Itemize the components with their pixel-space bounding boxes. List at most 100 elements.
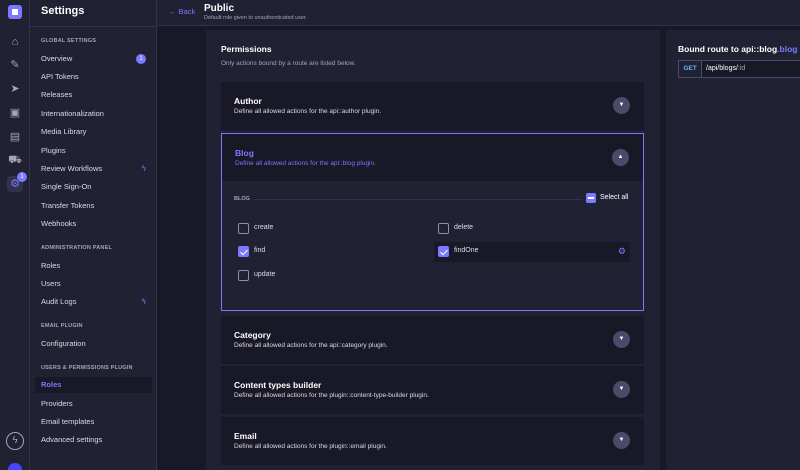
- nav-item-label: Review Workflows: [41, 164, 103, 173]
- route-path: /api/blogs/:id: [706, 65, 745, 72]
- select-all-label: Select all: [600, 194, 629, 201]
- nav-item-configuration[interactable]: Configuration: [35, 336, 152, 352]
- action-delete[interactable]: delete: [434, 219, 630, 239]
- accordion-email[interactable]: Email Define all allowed actions for the…: [221, 417, 644, 465]
- chevron-down-icon[interactable]: ▼: [613, 97, 630, 114]
- title-api: api::blog: [741, 44, 778, 54]
- action-label: delete: [454, 224, 474, 231]
- checkbox[interactable]: [438, 223, 449, 234]
- cog-icon[interactable]: ⚙: [618, 246, 626, 257]
- accordion-title: Author: [234, 96, 262, 106]
- permissions-panel: Permissions Only actions bound by a rout…: [206, 30, 660, 470]
- accordion-blog-header[interactable]: Blog Define all allowed actions for the …: [222, 134, 643, 181]
- checkbox-checked[interactable]: [238, 246, 249, 257]
- lightning-icon: ϟ: [141, 297, 146, 306]
- checkbox-checked[interactable]: [438, 246, 449, 257]
- accordion-description: Define all allowed actions for the api::…: [234, 108, 382, 115]
- page-title: Public: [204, 3, 235, 14]
- nav-item-overview[interactable]: Overview 1: [35, 51, 152, 67]
- nav-item-label: Overview: [41, 54, 73, 63]
- logo-icon[interactable]: [8, 5, 22, 19]
- section-users-permissions-plugin: USERS & PERMISSIONS PLUGIN: [41, 365, 133, 371]
- accordion-category[interactable]: Category Define all allowed actions for …: [221, 316, 644, 364]
- back-label: Back: [178, 7, 196, 16]
- accordion-author[interactable]: Author Define all allowed actions for th…: [221, 82, 644, 130]
- nav-item-media-library[interactable]: Media Library: [35, 124, 152, 140]
- action-create[interactable]: create: [234, 219, 424, 239]
- accordion-content-types-builder[interactable]: Content types builder Define all allowed…: [221, 366, 644, 414]
- nav-item-users[interactable]: Users: [35, 276, 152, 292]
- chevron-up-icon[interactable]: ▲: [612, 149, 629, 166]
- nav-item-label: Audit Logs: [41, 297, 77, 306]
- accordion-title: Content types builder: [234, 380, 322, 390]
- settings-subnav: Settings GLOBAL SETTINGS Overview 1 API T…: [30, 0, 157, 470]
- blog-group-label: BLOG: [234, 196, 250, 202]
- route-path-prefix: /api/blogs/: [706, 65, 738, 72]
- send-icon[interactable]: ➤: [7, 81, 23, 97]
- permissions-title: Permissions: [221, 44, 272, 54]
- layout-icon[interactable]: ▤: [7, 129, 23, 145]
- home-icon[interactable]: ⌂: [7, 34, 23, 50]
- section-email-plugin: EMAIL PLUGIN: [41, 323, 83, 329]
- settings-badge: 1: [17, 172, 27, 182]
- checkbox[interactable]: [238, 223, 249, 234]
- accordion-description: Define all allowed actions for the api::…: [235, 160, 376, 167]
- checkbox-indeterminate[interactable]: [586, 193, 596, 203]
- nav-item-single-sign-on[interactable]: Single Sign-On: [35, 179, 152, 195]
- chevron-down-icon[interactable]: ▼: [613, 432, 630, 449]
- chevron-down-icon[interactable]: ▼: [613, 331, 630, 348]
- nav-item-email-templates[interactable]: Email templates: [35, 414, 152, 430]
- title-action: blog: [779, 44, 798, 54]
- divider: [30, 26, 157, 27]
- nav-item-plugins[interactable]: Plugins: [35, 143, 152, 159]
- route-box: GET /api/blogs/:id: [678, 60, 800, 78]
- page-header: ← Back Public Default role given to unau…: [157, 0, 800, 26]
- action-find[interactable]: find: [234, 242, 424, 262]
- accordion-blog: Blog Define all allowed actions for the …: [221, 133, 644, 311]
- action-update[interactable]: update: [234, 266, 424, 286]
- page-subtitle: Default role given to unauthenticated us…: [204, 15, 308, 21]
- bound-route-panel: Bound route to api::blog.blog GET /api/b…: [666, 30, 800, 470]
- action-findone[interactable]: findOne ⚙: [434, 242, 630, 262]
- action-label: update: [254, 271, 276, 278]
- feather-icon[interactable]: ✎: [7, 57, 23, 73]
- nav-item-advanced-settings[interactable]: Advanced settings: [35, 432, 152, 448]
- accordion-description: Define all allowed actions for the plugi…: [234, 443, 387, 450]
- nav-item-review-workflows[interactable]: Review Workflows ϟ: [35, 161, 152, 177]
- route-path-param: :id: [737, 65, 746, 72]
- nav-item-api-tokens[interactable]: API Tokens: [35, 69, 152, 85]
- accordion-description: Define all allowed actions for the api::…: [234, 342, 388, 349]
- image-icon[interactable]: ▣: [7, 105, 23, 121]
- nav-item-audit-logs[interactable]: Audit Logs ϟ: [35, 294, 152, 310]
- nav-item-up-roles[interactable]: Roles: [35, 377, 152, 393]
- action-label: findOne: [454, 247, 479, 254]
- chevron-down-icon[interactable]: ▼: [613, 381, 630, 398]
- bound-route-title: Bound route to api::blog.blog: [678, 44, 798, 54]
- avatar[interactable]: [8, 463, 22, 470]
- permissions-subtitle: Only actions bound by a route are listed…: [221, 60, 356, 67]
- action-label: create: [254, 224, 274, 231]
- bolt-icon[interactable]: ϟ: [6, 432, 24, 450]
- back-link[interactable]: ← Back: [169, 7, 195, 16]
- action-label: find: [254, 247, 266, 254]
- nav-item-admin-roles[interactable]: Roles: [35, 258, 152, 274]
- accordion-title: Email: [234, 431, 257, 441]
- content-gutter: [157, 26, 206, 470]
- nav-item-providers[interactable]: Providers: [35, 396, 152, 412]
- nav-item-releases[interactable]: Releases: [35, 87, 152, 103]
- arrow-left-icon: ←: [169, 7, 179, 16]
- main-nav-rail: ⌂ ✎ ➤ ▣ ▤ ⛟ ⚙ 1 ϟ: [0, 0, 30, 470]
- title-prefix: Bound route to: [678, 44, 739, 54]
- overview-badge: 1: [136, 54, 146, 64]
- accordion-title: Blog: [235, 148, 254, 158]
- divider: [254, 199, 582, 200]
- nav-item-transfer-tokens[interactable]: Transfer Tokens: [35, 198, 152, 214]
- cart-icon[interactable]: ⛟: [7, 152, 23, 168]
- checkbox[interactable]: [238, 270, 249, 281]
- http-method-badge: GET: [679, 61, 702, 77]
- nav-item-internationalization[interactable]: Internationalization: [35, 106, 152, 122]
- lightning-icon: ϟ: [141, 164, 146, 173]
- section-global-settings: GLOBAL SETTINGS: [41, 38, 97, 44]
- accordion-description: Define all allowed actions for the plugi…: [234, 392, 429, 399]
- nav-item-webhooks[interactable]: Webhooks: [35, 216, 152, 232]
